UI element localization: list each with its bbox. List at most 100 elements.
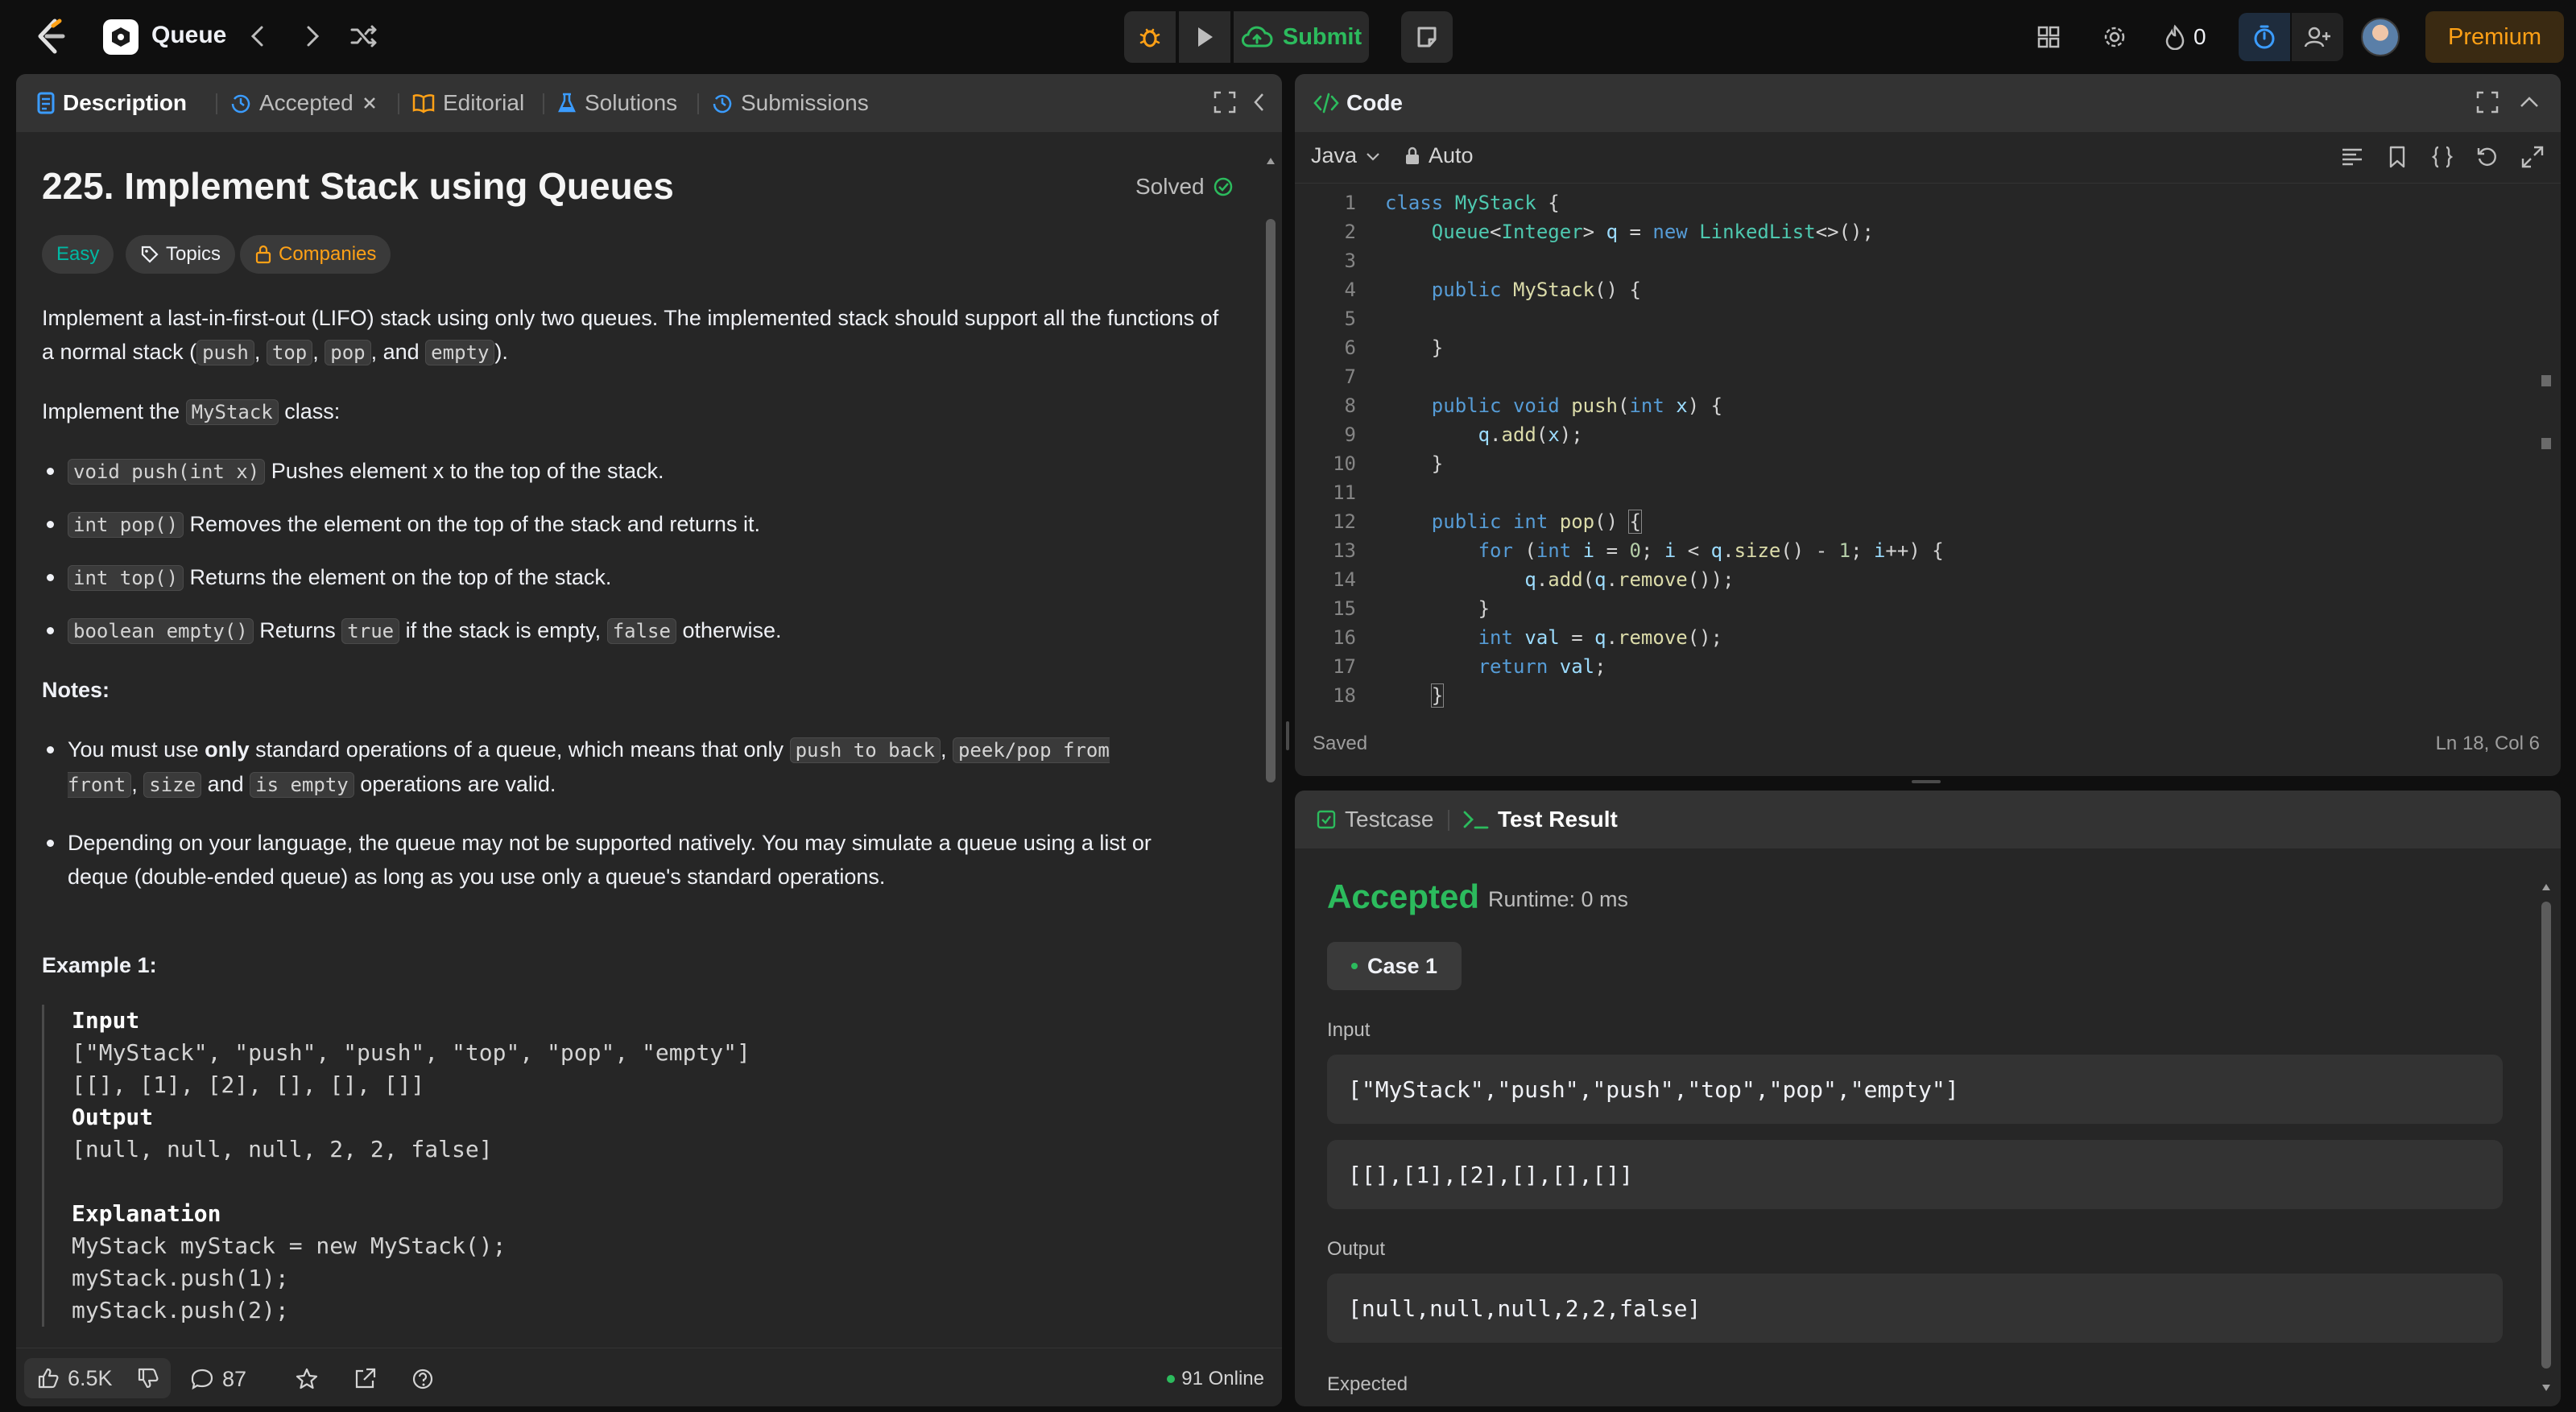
user-avatar[interactable] [2361, 18, 2400, 56]
method-text: Pushes element x to the top of the stack… [265, 459, 664, 483]
star-icon[interactable] [295, 1363, 319, 1395]
close-icon[interactable] [362, 95, 378, 111]
method-text: Removes the element on the top of the st… [184, 512, 760, 536]
inline-code: boolean empty() [68, 618, 254, 644]
leetcode-logo-icon[interactable] [31, 16, 71, 56]
tab-editorial[interactable]: Editorial [412, 89, 524, 118]
tab-test-result[interactable]: Test Result [1462, 805, 1618, 834]
chevron-right-icon[interactable] [296, 20, 329, 52]
submit-button[interactable]: Submit [1234, 11, 1369, 63]
case-tab[interactable]: Case 1 [1327, 942, 1462, 990]
language-select[interactable]: Java [1311, 143, 1381, 168]
problem-list-icon[interactable] [103, 19, 139, 55]
debug-button[interactable] [1124, 11, 1176, 63]
checkbox-icon [1316, 809, 1337, 830]
inline-code: top [266, 340, 313, 365]
scrollbar-thumb[interactable] [2541, 902, 2551, 1369]
note-text: You must use [68, 737, 205, 762]
chevron-left-icon[interactable] [242, 20, 274, 52]
method-item: void push(int x) Pushes element x to the… [47, 454, 1211, 489]
example-explanation-line: myStack.push(1); [72, 1265, 289, 1291]
note-text: standard operations of a queue, which me… [249, 737, 790, 762]
book-icon [412, 93, 435, 114]
run-button[interactable] [1179, 11, 1230, 63]
tab-submissions[interactable]: Submissions [712, 89, 869, 118]
line-number: 7 [1344, 365, 1356, 388]
code-line: int val = q.remove(); [1478, 626, 1723, 649]
code-editor[interactable]: 1 2 3 4 5 6 7 8 9 10 11 12 13 14 15 16 17 18 class MyStac… [1295, 188, 2535, 712]
line-number: 5 [1344, 308, 1356, 330]
topics-button[interactable]: Topics [126, 235, 236, 274]
line-number: 3 [1344, 250, 1356, 272]
inline-code: int top() [68, 565, 184, 591]
braces-icon[interactable] [2430, 145, 2454, 169]
code-panel: Code Java Auto 1 2 3 4 5 6 7 8 9 10 11 12 13 14 15 16 17… [1295, 74, 2561, 776]
comments-button[interactable]: 87 [190, 1363, 246, 1395]
note-item: Depending on your language, the queue ma… [47, 826, 1211, 894]
premium-button[interactable]: Premium [2425, 11, 2564, 63]
example-heading: Example 1: [42, 953, 157, 977]
example-explanation-line: MyStack myStack = new MyStack(); [72, 1232, 507, 1259]
dislike-button[interactable] [126, 1358, 171, 1398]
tab-solutions[interactable]: Solutions [557, 89, 677, 118]
expand-icon[interactable] [2520, 145, 2545, 169]
stopwatch-icon [2252, 24, 2276, 50]
tab-divider [1448, 810, 1449, 831]
panel-resize-handle[interactable] [1286, 721, 1289, 750]
test-result-body: Accepted Runtime: 0 ms Case 1 Input ["My… [1295, 848, 2561, 1406]
line-number: 8 [1344, 394, 1356, 417]
expected-label: Expected [1327, 1373, 1408, 1395]
maximize-icon[interactable] [1213, 90, 1237, 114]
tab-description[interactable]: Description [37, 89, 187, 118]
layout-icon[interactable] [2031, 19, 2066, 55]
line-number: 16 [1333, 626, 1356, 649]
collapse-left-icon[interactable] [1251, 90, 1267, 114]
panel-resize-handle[interactable] [1912, 780, 1941, 783]
companies-button[interactable]: Companies [240, 235, 391, 274]
result-scrollbar[interactable] [2540, 881, 2553, 1396]
collapse-up-icon[interactable] [2517, 90, 2541, 114]
tab-accepted-label: Accepted [259, 90, 354, 115]
description-footer: 6.5K 87 91 Online [16, 1348, 1282, 1406]
tab-divider [398, 93, 399, 114]
language-label: Java [1311, 143, 1358, 167]
reset-icon[interactable] [2475, 145, 2500, 169]
tab-testcase[interactable]: Testcase [1316, 805, 1434, 834]
inline-code: false [606, 618, 676, 644]
thumbs-down-icon [137, 1367, 159, 1389]
help-icon[interactable] [411, 1363, 435, 1395]
like-count: 6.5K [68, 1365, 113, 1390]
autocomplete-mode[interactable]: Auto [1404, 143, 1474, 168]
example-input-label: Input [72, 1007, 140, 1034]
code-brackets-icon [1313, 92, 1340, 114]
timer-button[interactable] [2239, 13, 2290, 61]
problem-list-title[interactable]: Queue [151, 22, 226, 49]
streak-counter[interactable]: 0 [2165, 19, 2206, 55]
note-emphasis: only [205, 737, 250, 762]
verdict: Accepted [1327, 877, 1480, 915]
line-number: 2 [1344, 221, 1356, 243]
invite-user-button[interactable] [2292, 13, 2343, 61]
tab-editorial-label: Editorial [443, 90, 525, 115]
shuffle-icon[interactable] [346, 20, 382, 52]
like-button[interactable]: 6.5K [24, 1358, 126, 1398]
scrollbar-thumb[interactable] [1266, 219, 1276, 782]
share-icon[interactable] [353, 1363, 377, 1395]
description-scrollbar[interactable] [1264, 155, 1277, 1378]
format-icon[interactable] [2340, 145, 2364, 169]
editor-scrollbar[interactable] [2540, 188, 2553, 704]
notes-button[interactable] [1401, 11, 1453, 63]
tab-accepted[interactable]: Accepted [230, 89, 378, 118]
line-number: 10 [1333, 452, 1356, 475]
maximize-icon[interactable] [2475, 90, 2500, 114]
mode-label: Auto [1429, 143, 1474, 167]
problem-title[interactable]: 225. Implement Stack using Queues [42, 164, 674, 208]
bookmark-icon[interactable] [2387, 145, 2408, 169]
solved-label: Solved [1135, 174, 1205, 199]
tab-description-label: Description [63, 90, 188, 115]
implement-suffix: class: [278, 399, 341, 423]
code-line: } [1385, 452, 1444, 475]
note-text: and [201, 772, 250, 796]
gear-icon[interactable] [2097, 19, 2132, 55]
tab-divider [216, 93, 217, 114]
